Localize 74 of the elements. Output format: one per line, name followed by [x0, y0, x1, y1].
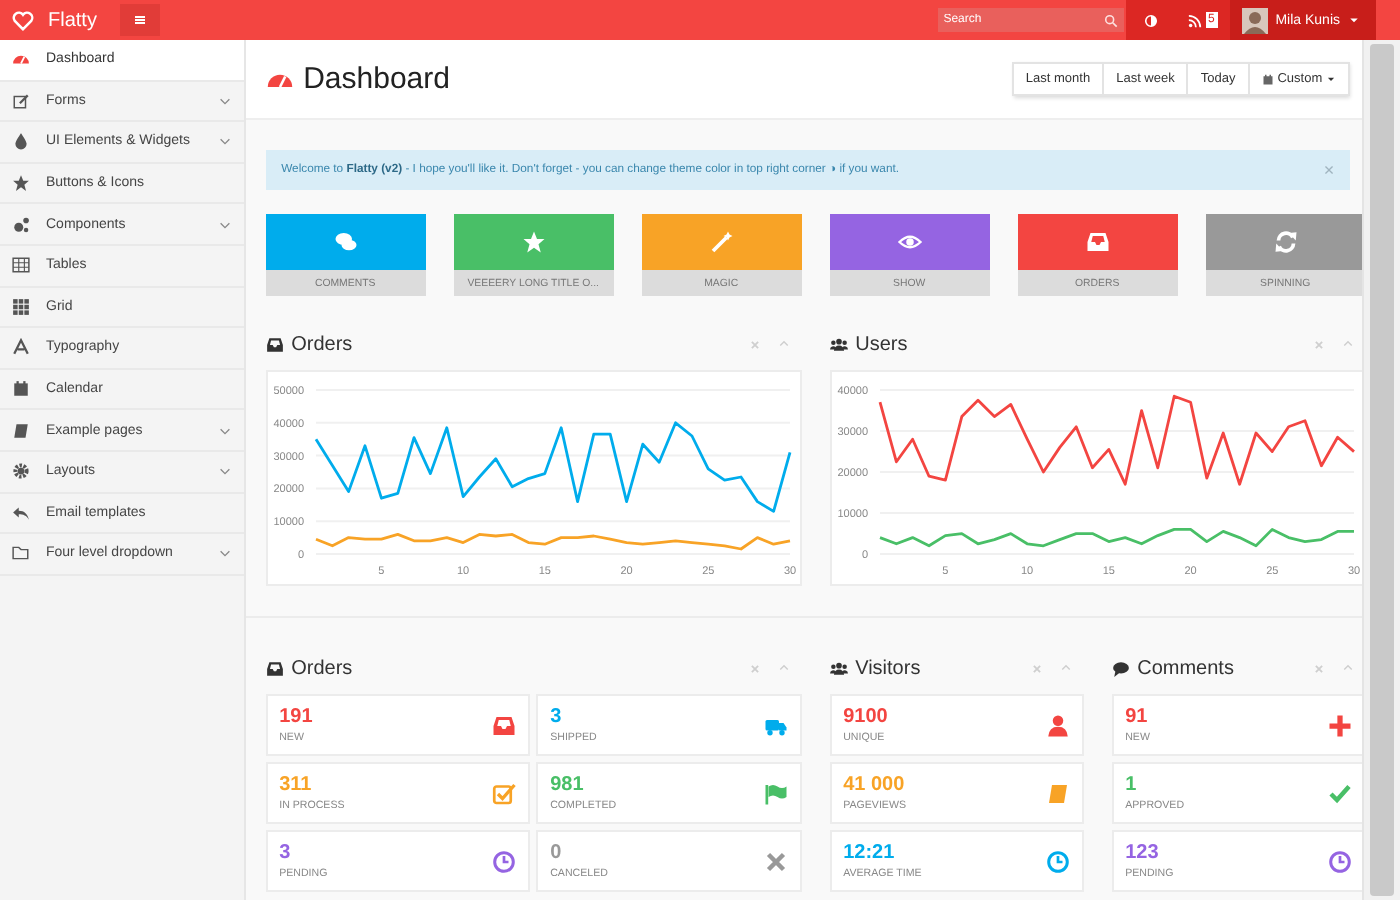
stat-value: 311 — [279, 774, 312, 796]
stat-value: 0 — [550, 842, 562, 864]
reply-icon — [12, 503, 30, 522]
book-icon — [12, 421, 30, 440]
page-title: Dashboard — [303, 62, 450, 96]
avatar — [1241, 7, 1268, 33]
chevron-up-icon — [1341, 338, 1354, 350]
theme-button[interactable] — [1125, 0, 1176, 40]
drop-icon — [12, 132, 30, 151]
close-icon — [1031, 663, 1042, 673]
collapse-button[interactable] — [777, 662, 790, 674]
calendar-icon — [12, 380, 30, 399]
close-widget-button[interactable] — [1313, 338, 1324, 350]
widget-title: Visitors — [855, 657, 921, 679]
collapse-button[interactable] — [777, 338, 790, 350]
menu-icon — [132, 12, 148, 28]
inbox-icon — [265, 335, 284, 353]
inbox-icon — [1085, 230, 1110, 254]
close-icon — [749, 663, 760, 673]
wand-icon — [709, 230, 734, 254]
comments-icon — [333, 230, 358, 254]
users-icon — [829, 659, 848, 677]
close-widget-button[interactable] — [1313, 662, 1324, 674]
widget-title: Orders — [291, 657, 353, 679]
stat-value: 91 — [1125, 706, 1148, 728]
collapse-button[interactable] — [1341, 662, 1354, 674]
chevron-up-icon — [1059, 662, 1072, 674]
stat-value: 9100 — [843, 706, 888, 728]
collapse-button[interactable] — [1059, 662, 1072, 674]
chevron-up-icon — [777, 662, 790, 674]
stat-value: 981 — [550, 774, 584, 796]
close-widget-button[interactable] — [749, 662, 760, 674]
heart-icon — [12, 9, 34, 31]
inbox-icon — [265, 659, 284, 677]
rss-icon — [1187, 13, 1202, 27]
close-icon — [749, 339, 760, 349]
settings-icon — [12, 462, 30, 481]
caret-icon — [1348, 14, 1360, 26]
close-widget-button[interactable] — [749, 338, 760, 350]
table-icon — [12, 256, 30, 275]
widget-title: Comments — [1137, 657, 1234, 679]
stat-value: 3 — [550, 706, 562, 728]
calendar-icon — [1261, 73, 1274, 85]
app-logo[interactable]: Flatty — [48, 9, 97, 31]
font-icon — [12, 338, 30, 357]
menu-button[interactable] — [120, 4, 160, 36]
pencil-icon — [12, 91, 30, 110]
stat-value: 3 — [279, 842, 291, 864]
stat-value: 12:21 — [843, 842, 895, 864]
close-icon — [1313, 663, 1324, 673]
users-icon — [829, 335, 848, 353]
eye-icon — [897, 230, 922, 254]
star-icon — [12, 174, 30, 193]
chevron-up-icon — [777, 338, 790, 350]
stat-value: 191 — [279, 706, 313, 728]
gears-icon — [12, 215, 30, 234]
caret-icon — [1326, 74, 1337, 84]
widget-title: Users — [855, 333, 908, 355]
widget-title: Orders — [291, 333, 353, 355]
grid-icon — [12, 297, 30, 316]
close-icon — [1313, 339, 1324, 349]
close-widget-button[interactable] — [1031, 662, 1042, 674]
collapse-button[interactable] — [1341, 338, 1354, 350]
comment-icon — [1111, 659, 1130, 677]
gauge-icon — [12, 50, 30, 69]
folder-icon — [12, 544, 30, 563]
stat-value: 123 — [1125, 842, 1159, 864]
stat-value: 41 000 — [843, 774, 905, 796]
scrollbar[interactable] — [1370, 44, 1394, 896]
contrast-icon — [1143, 13, 1158, 27]
star-icon — [521, 230, 546, 254]
chevron-up-icon — [1341, 662, 1354, 674]
stat-value: 1 — [1125, 774, 1137, 796]
refresh-icon — [1273, 230, 1298, 254]
